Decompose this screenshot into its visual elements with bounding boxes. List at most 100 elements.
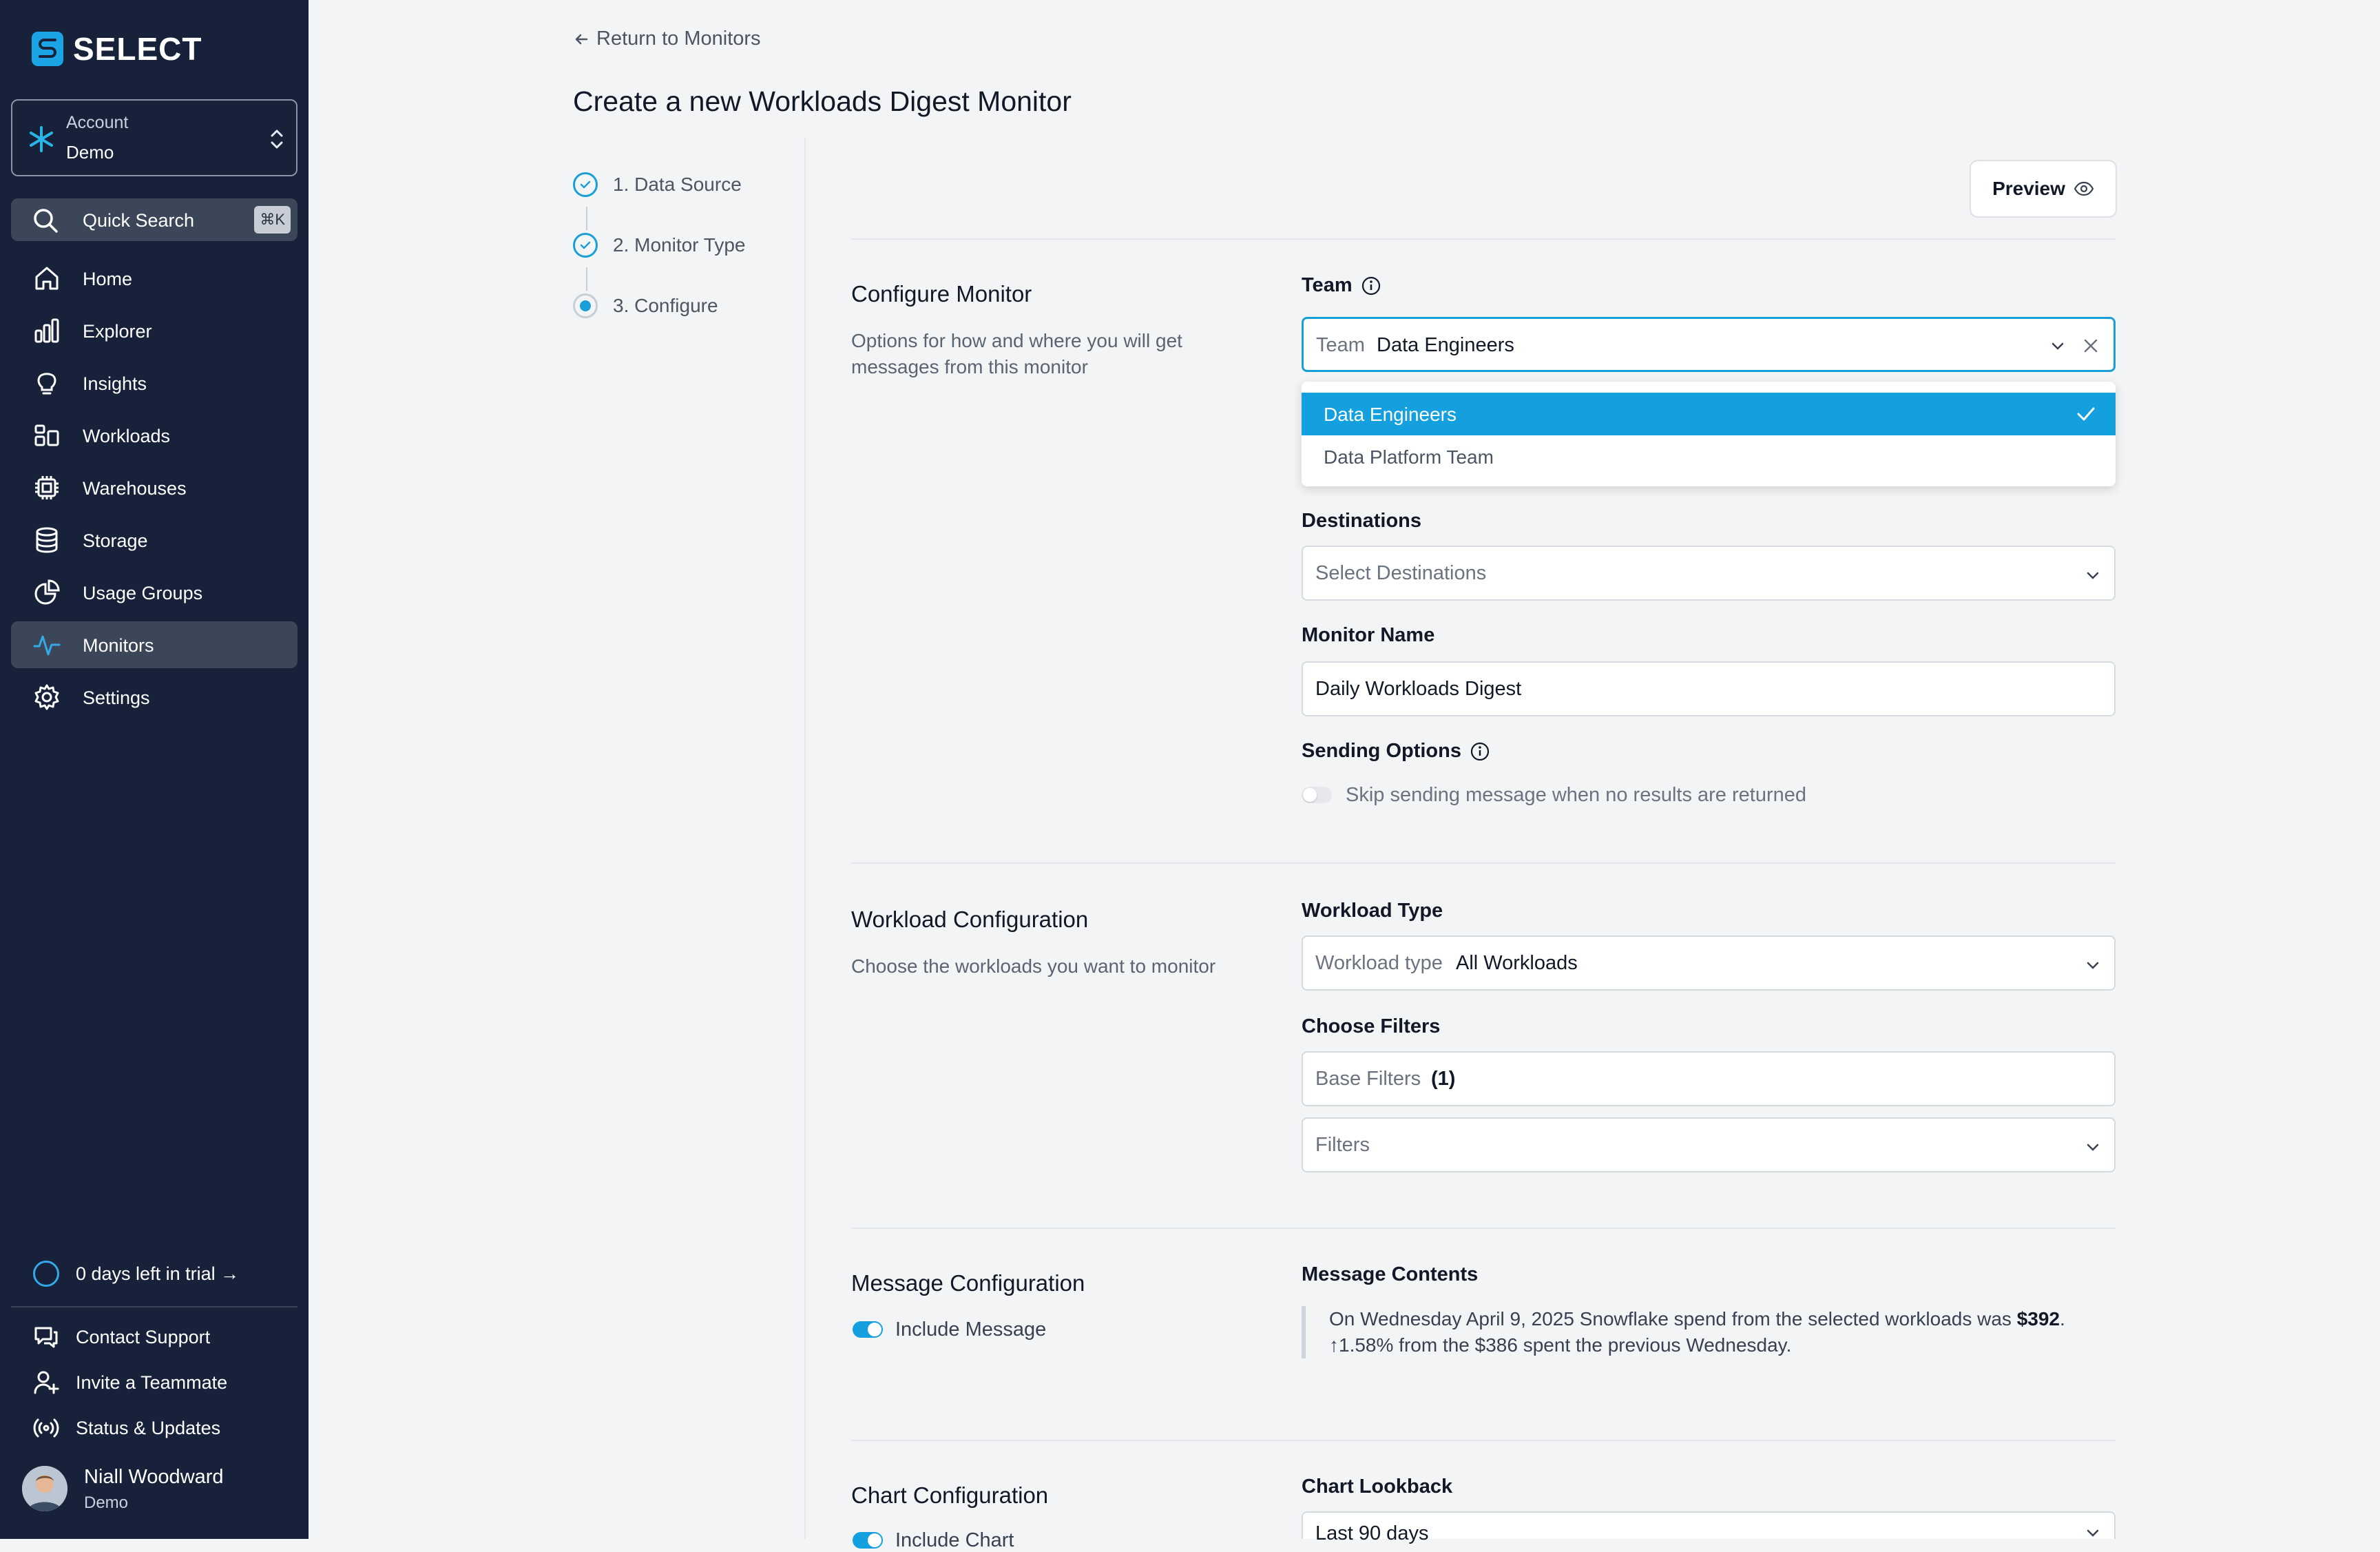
snowflake-icon [30, 126, 53, 152]
return-to-monitors-link[interactable]: Return to Monitors [573, 28, 761, 50]
workload-type-prefix: Workload type [1315, 952, 1443, 974]
nav-item-insights[interactable]: Insights [11, 360, 298, 406]
step-monitor-type[interactable]: 2. Monitor Type [573, 233, 745, 258]
avatar [22, 1466, 67, 1511]
base-filters-label: Base Filters [1315, 1068, 1421, 1090]
check-icon [2077, 407, 2095, 421]
team-label-text: Team [1302, 274, 1353, 296]
info-icon[interactable] [1361, 276, 1381, 296]
nav-item-label: Usage Groups [83, 583, 203, 603]
step-data-source[interactable]: 1. Data Source [573, 172, 742, 197]
step-connector [586, 207, 587, 230]
configure-monitor-description: Options for how and where you will get m… [851, 330, 1182, 377]
chevron-down-icon[interactable] [2049, 337, 2067, 355]
team-label: Team [1302, 274, 1381, 297]
nav-item-monitors[interactable]: Monitors [11, 621, 298, 668]
step-label: 2. Monitor Type [613, 234, 746, 256]
choose-filters-label: Choose Filters [1302, 1015, 1441, 1037]
cpu-icon [35, 476, 59, 499]
section-divider [851, 1228, 2116, 1229]
chevron-down-icon [2087, 962, 2099, 969]
brand-name: SELECT [73, 31, 202, 67]
nav-item-usage-groups[interactable]: Usage Groups [11, 569, 298, 616]
nav-item-label: Warehouses [83, 478, 187, 499]
chart-lookback-select[interactable]: Last 90 days [1302, 1511, 2116, 1544]
account-value: Demo [66, 142, 114, 163]
preview-button[interactable]: Preview [1970, 160, 2117, 218]
search-icon [34, 209, 58, 233]
filters-select[interactable]: Filters [1302, 1117, 2116, 1172]
toggle-knob [1303, 788, 1317, 802]
trial-progress-icon [33, 1261, 59, 1287]
step-current-icon [573, 293, 598, 318]
account-switcher[interactable]: Account Demo [11, 99, 298, 176]
user-name: Niall Woodward [84, 1466, 224, 1488]
nav-item-label: Workloads [83, 426, 171, 446]
destinations-select[interactable]: Select Destinations [1302, 546, 2116, 601]
chat-icon [34, 1327, 58, 1348]
nav-item-settings[interactable]: Settings [11, 674, 298, 721]
info-icon[interactable] [1470, 741, 1490, 762]
return-link-label: Return to Monitors [596, 28, 761, 50]
include-message-label: Include Message [895, 1318, 1047, 1341]
nav-item-home[interactable]: Home [11, 255, 298, 302]
filters-placeholder: Filters [1315, 1134, 1370, 1156]
nav-item-label: Monitors [83, 635, 154, 656]
quick-search-shortcut: ⌘K [254, 206, 291, 234]
workloads-icon [34, 424, 59, 446]
chart-configuration-title: Chart Configuration [851, 1482, 1049, 1508]
gear-icon [34, 684, 59, 710]
chevron-up-down-icon [271, 130, 283, 149]
sending-options-label: Sending Options [1302, 740, 1490, 763]
include-message-toggle[interactable] [853, 1321, 883, 1338]
skip-sending-toggle[interactable] [1302, 787, 1332, 803]
clear-icon[interactable] [2080, 335, 2101, 356]
quick-search-label: Quick Search [83, 210, 195, 231]
workload-type-label: Workload Type [1302, 900, 1443, 922]
team-option-data-engineers[interactable]: Data Engineers [1302, 393, 2116, 435]
base-filters-button[interactable]: Base Filters (1) [1302, 1051, 2116, 1106]
message-preview: On Wednesday April 9, 2025 Snowflake spe… [1302, 1306, 2116, 1358]
nav-item-explorer[interactable]: Explorer [11, 307, 298, 354]
account-label: Account [66, 113, 129, 132]
status-updates-label: Status & Updates [76, 1417, 221, 1438]
nav-item-label: Storage [83, 530, 148, 551]
step-complete-icon [573, 172, 598, 197]
team-dropdown-menu: Data Engineers Data Platform Team [1302, 382, 2116, 486]
contact-support-link[interactable]: Contact Support [33, 1324, 210, 1350]
invite-teammate-link[interactable]: Invite a Teammate [33, 1369, 227, 1396]
nav-item-storage[interactable]: Storage [11, 517, 298, 563]
nav-item-workloads[interactable]: Workloads [11, 412, 298, 459]
include-chart-toggle[interactable] [853, 1532, 883, 1549]
workload-type-value: All Workloads [1456, 952, 1578, 974]
step-label: 3. Configure [613, 295, 718, 316]
toggle-knob [868, 1533, 881, 1547]
brand-logo[interactable]: SELECT [32, 30, 202, 68]
arrow-left-icon [575, 34, 588, 44]
nav-item-label: Settings [83, 687, 150, 708]
section-divider [851, 862, 2116, 864]
base-filters-count: (1) [1431, 1068, 1456, 1090]
step-configure[interactable]: 3. Configure [573, 293, 718, 318]
configure-monitor-title: Configure Monitor [851, 281, 1032, 307]
step-connector [586, 267, 587, 291]
nav-item-warehouses[interactable]: Warehouses [11, 464, 298, 511]
team-select-prefix: Team [1316, 334, 1365, 356]
monitor-name-input[interactable]: Daily Workloads Digest [1302, 661, 2116, 716]
team-option-data-platform-team[interactable]: Data Platform Team [1302, 435, 2116, 478]
status-updates-link[interactable]: Status & Updates [33, 1415, 220, 1441]
quick-search-button[interactable]: Quick Search ⌘K [11, 198, 298, 241]
steps-divider [804, 138, 806, 1539]
chart-lookback-label: Chart Lookback [1302, 1476, 1453, 1498]
activity-icon [33, 635, 61, 656]
workload-type-select[interactable]: Workload type All Workloads [1302, 935, 2116, 991]
monitor-name-value: Daily Workloads Digest [1315, 678, 1522, 700]
chart-lookback-value: Last 90 days [1315, 1522, 1429, 1544]
monitor-name-label: Monitor Name [1302, 624, 1435, 646]
preview-label: Preview [1992, 178, 2065, 199]
team-select[interactable]: Team Data Engineers [1302, 317, 2116, 372]
trial-status-link[interactable]: 0 days left in trial → [33, 1261, 239, 1287]
team-option-label: Data Engineers [1324, 404, 1457, 425]
section-divider [851, 1440, 2116, 1441]
bar-chart-icon [34, 318, 59, 343]
